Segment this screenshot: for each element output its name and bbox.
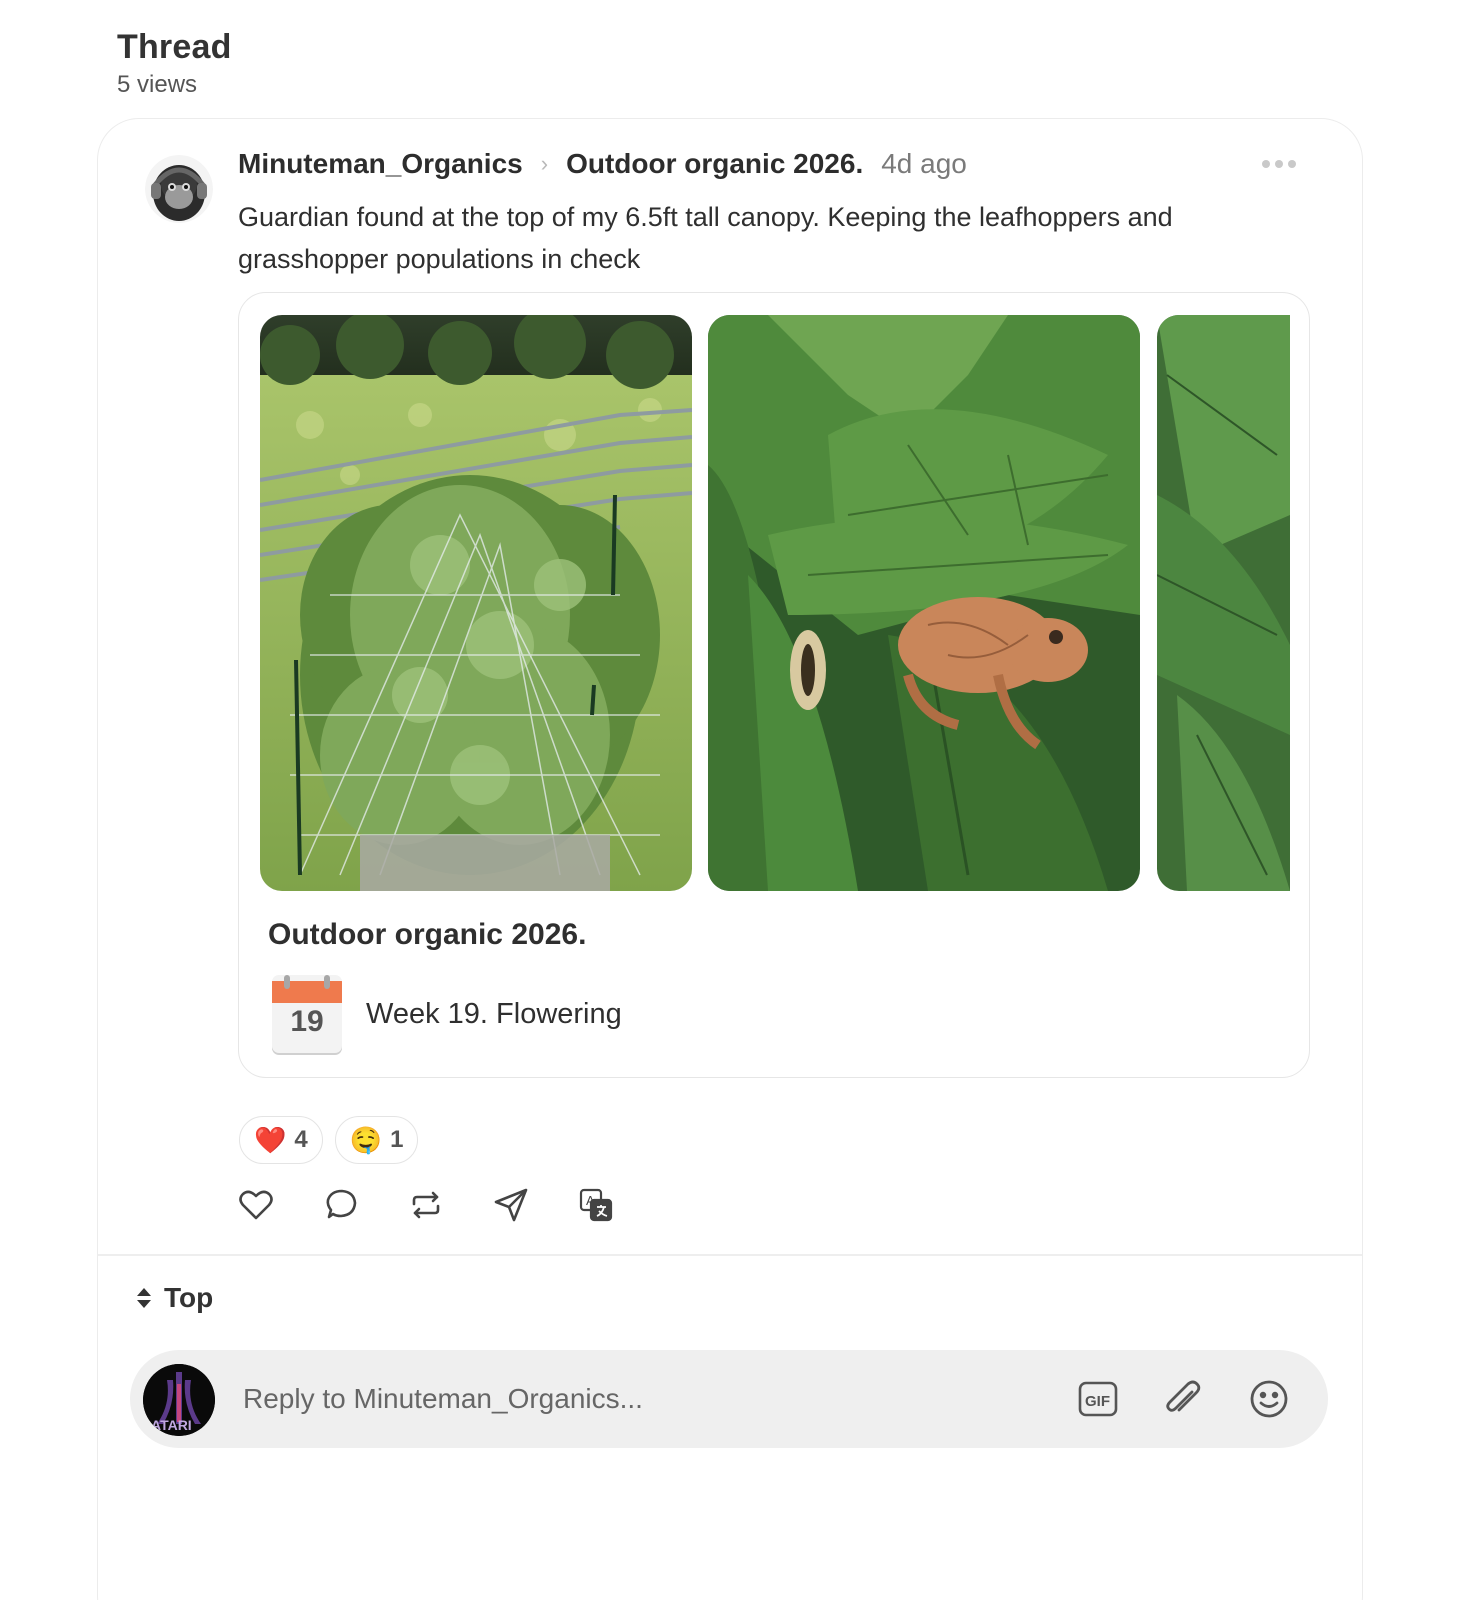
reactions: ❤️ 4 🤤 1 — [239, 1116, 419, 1164]
author-name[interactable]: Minuteman_Organics — [238, 148, 523, 180]
reaction-count: 4 — [294, 1126, 308, 1153]
paperclip-icon[interactable] — [1162, 1378, 1204, 1420]
smiley-icon[interactable] — [1248, 1378, 1290, 1420]
gif-icon[interactable]: GIF — [1077, 1378, 1119, 1420]
more-options-icon[interactable] — [1262, 152, 1302, 176]
reaction-count: 1 — [390, 1126, 404, 1153]
user-avatar[interactable]: ATARI — [143, 1364, 215, 1436]
heart-emoji-icon: ❤️ — [254, 1124, 287, 1155]
author-avatar[interactable] — [145, 155, 213, 223]
post-text: Guardian found at the top of my 6.5ft ta… — [238, 202, 1173, 274]
share-icon[interactable] — [493, 1187, 529, 1223]
sort-dropdown[interactable]: Top — [136, 1282, 213, 1314]
calendar-day: 19 — [290, 1005, 324, 1038]
chevron-right-icon: › — [540, 151, 549, 176]
view-count: 5 views — [117, 71, 198, 98]
post-meta: Minuteman_Organics › Outdoor organic 202… — [238, 148, 967, 180]
comment-icon[interactable] — [323, 1187, 359, 1223]
reaction-drool[interactable]: 🤤 1 — [334, 1116, 419, 1164]
reaction-heart[interactable]: ❤️ 4 — [239, 1116, 323, 1164]
photo-leaves[interactable] — [1157, 315, 1290, 891]
page-title: Thread — [117, 28, 232, 66]
sort-label: Top — [164, 1282, 214, 1313]
svg-text:GIF: GIF — [1085, 1393, 1110, 1410]
translate-icon[interactable]: A — [578, 1187, 614, 1223]
repost-icon[interactable] — [408, 1187, 444, 1223]
page-header: Thread 5 views — [117, 28, 232, 99]
post-actions: A — [238, 1187, 663, 1223]
photo-frog[interactable] — [708, 315, 1140, 891]
post-timestamp: 4d ago — [881, 148, 967, 179]
drooling-face-icon: 🤤 — [349, 1124, 383, 1155]
divider — [98, 1254, 1362, 1256]
week-row: 19 Week 19. Flowering — [272, 975, 622, 1053]
heart-icon[interactable] — [238, 1187, 274, 1223]
photo-garden[interactable] — [260, 315, 692, 891]
calendar-icon: 19 — [272, 975, 342, 1053]
diary-title[interactable]: Outdoor organic 2026. — [268, 918, 586, 952]
reply-input[interactable] — [243, 1376, 1003, 1422]
sort-arrows-icon — [137, 1288, 151, 1308]
week-label: Week 19. Flowering — [366, 997, 622, 1030]
topic-link[interactable]: Outdoor organic 2026. — [566, 148, 863, 180]
